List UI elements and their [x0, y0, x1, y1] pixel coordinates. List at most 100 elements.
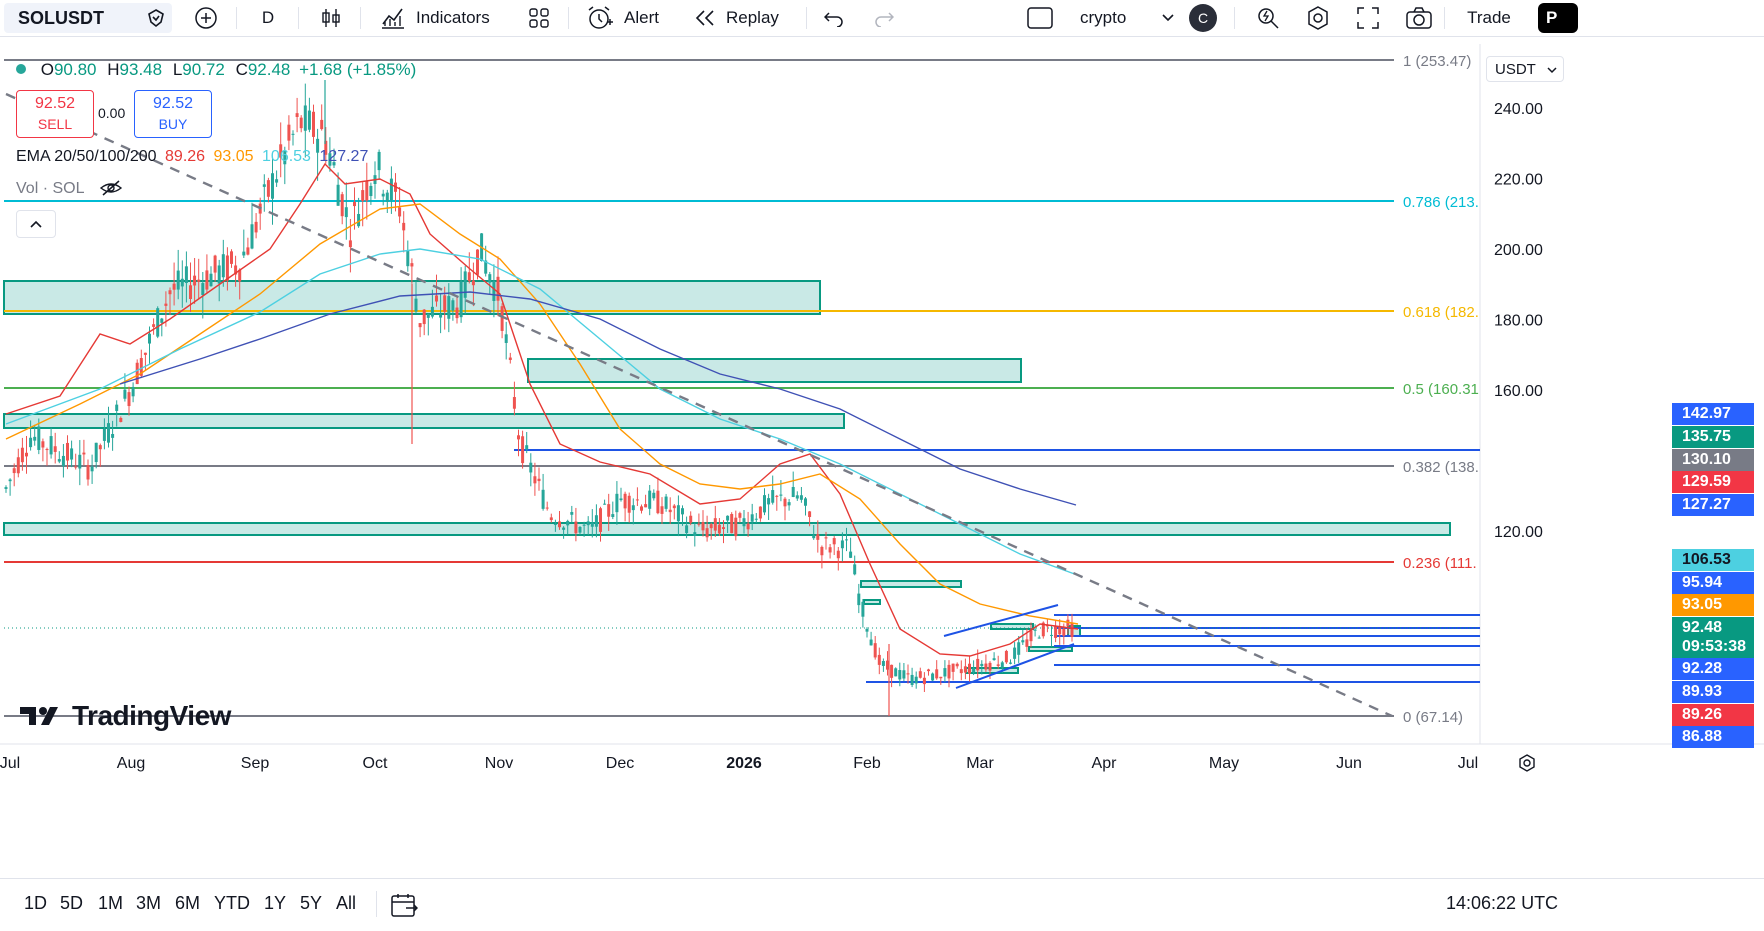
- layout-badge[interactable]: C: [1188, 0, 1218, 36]
- layout-selector-icon[interactable]: [1026, 0, 1054, 36]
- candle-body: [1009, 662, 1012, 664]
- collapse-legend-button[interactable]: [16, 210, 56, 238]
- volume-legend[interactable]: Vol · SOL: [16, 180, 123, 198]
- ohlc-open-label: O: [40, 60, 54, 79]
- candle-body: [779, 494, 783, 496]
- candle-body: [447, 296, 451, 319]
- candle-body: [713, 518, 717, 531]
- time-axis-label: Feb: [853, 755, 881, 772]
- candle-body: [726, 515, 730, 521]
- buy-price: 92.52: [152, 95, 194, 112]
- candle-body: [968, 663, 971, 674]
- time-axis-settings-icon[interactable]: [1516, 752, 1540, 776]
- alert-button[interactable]: Alert: [586, 0, 659, 36]
- indicators-button[interactable]: Indicators: [380, 0, 490, 36]
- range-button-5d[interactable]: 5D: [60, 893, 83, 914]
- candle-body: [570, 512, 574, 515]
- range-button-all[interactable]: All: [336, 893, 356, 914]
- candle-body: [86, 465, 90, 480]
- templates-icon[interactable]: [526, 0, 552, 36]
- candle-body: [816, 534, 820, 540]
- range-button-1y[interactable]: 1Y: [264, 893, 286, 914]
- utc-clock[interactable]: 14:06:22 UTC: [1446, 893, 1558, 914]
- candle-body: [894, 668, 898, 677]
- candle-body: [1004, 650, 1008, 663]
- sell-button[interactable]: 92.52 SELL: [16, 90, 94, 138]
- interval-button[interactable]: D: [258, 0, 278, 36]
- candle-body: [795, 495, 799, 499]
- candle-body: [254, 221, 258, 233]
- candle-body: [53, 446, 57, 452]
- candle-body: [578, 527, 582, 533]
- ohlc-high: 93.48: [119, 60, 163, 79]
- chevron-down-icon[interactable]: [1160, 0, 1176, 36]
- symbol-label: SOLUSDT: [18, 7, 105, 28]
- layout-name-button[interactable]: crypto: [1080, 0, 1126, 36]
- go-to-date-icon[interactable]: [390, 892, 419, 923]
- candle-body: [635, 499, 639, 501]
- price-axis-tag: 130.10: [1672, 449, 1754, 471]
- range-button-3m[interactable]: 3M: [136, 893, 161, 914]
- range-button-6m[interactable]: 6M: [175, 893, 200, 914]
- price-axis-tag: 106.53: [1672, 549, 1754, 571]
- ohlc-close: 92.48: [247, 60, 291, 79]
- candle-body: [746, 523, 750, 530]
- camera-snapshot-icon[interactable]: [1404, 0, 1434, 36]
- candle-body: [836, 550, 840, 559]
- candle-body: [963, 666, 967, 673]
- chevron-up-icon: [30, 220, 42, 228]
- publish-button[interactable]: P: [1538, 3, 1578, 33]
- buy-button[interactable]: 92.52 BUY: [134, 90, 212, 138]
- time-axis-label: Jun: [1336, 755, 1362, 772]
- candle-body: [377, 151, 381, 171]
- range-button-5y[interactable]: 5Y: [300, 893, 322, 914]
- tradingview-watermark[interactable]: TradingView: [20, 700, 231, 732]
- currency-selector[interactable]: USDT: [1486, 56, 1564, 82]
- candle-body: [205, 270, 209, 290]
- candle-body: [312, 111, 315, 137]
- candle-body: [74, 466, 78, 468]
- indicators-icon: [382, 8, 404, 29]
- candle-body: [41, 441, 45, 448]
- range-button-1m[interactable]: 1M: [98, 893, 123, 914]
- candle-body: [217, 265, 221, 284]
- candle-body: [685, 525, 689, 534]
- quick-search-icon[interactable]: [1254, 0, 1282, 36]
- chart-area[interactable]: 1 (253.47) 0.786 (213. 0.618 (182. 0.5 (160…: [0, 44, 1764, 844]
- candle-body: [262, 184, 266, 187]
- price-tick-label: 240.00: [1494, 101, 1543, 118]
- candle-body: [840, 540, 844, 549]
- add-symbol-icon[interactable]: [192, 0, 220, 36]
- candle-body: [615, 493, 619, 513]
- ohlc-legend: O90.80 H93.48 L90.72 C92.48 +1.68 (+1.85…: [16, 60, 416, 80]
- candle-body: [722, 527, 725, 530]
- range-button-ytd[interactable]: YTD: [214, 893, 250, 914]
- candle-body: [143, 352, 147, 355]
- price-axis-tag: 92.28: [1672, 658, 1754, 680]
- candle-body: [1017, 642, 1021, 655]
- candle-body: [61, 455, 65, 467]
- candle-body: [845, 539, 848, 541]
- candle-body: [594, 515, 598, 527]
- fib-level-label: 0 (67.14): [1403, 709, 1463, 726]
- candle-body: [365, 181, 369, 201]
- redo-icon[interactable]: [872, 0, 896, 36]
- fullscreen-icon[interactable]: [1354, 0, 1382, 36]
- candle-body: [689, 515, 693, 523]
- range-button-1d[interactable]: 1D: [24, 893, 47, 914]
- settings-gear-icon[interactable]: [1304, 0, 1332, 36]
- candle-body: [881, 661, 885, 666]
- candle-body: [250, 224, 254, 249]
- replay-button[interactable]: Replay: [694, 0, 779, 36]
- candle-body: [656, 490, 660, 514]
- eye-hidden-icon[interactable]: [100, 180, 123, 196]
- candle-body: [131, 386, 135, 397]
- compare-symbol-icon[interactable]: [142, 0, 170, 36]
- candle-body: [180, 278, 184, 287]
- candle-body: [353, 202, 356, 207]
- candle-body: [406, 250, 410, 267]
- candles-chart-type-icon[interactable]: [318, 0, 344, 36]
- trade-button[interactable]: Trade: [1448, 0, 1530, 36]
- ema-legend[interactable]: EMA 20/50/100/200 89.26 93.05 106.53 127…: [16, 148, 368, 166]
- undo-icon[interactable]: [822, 0, 846, 36]
